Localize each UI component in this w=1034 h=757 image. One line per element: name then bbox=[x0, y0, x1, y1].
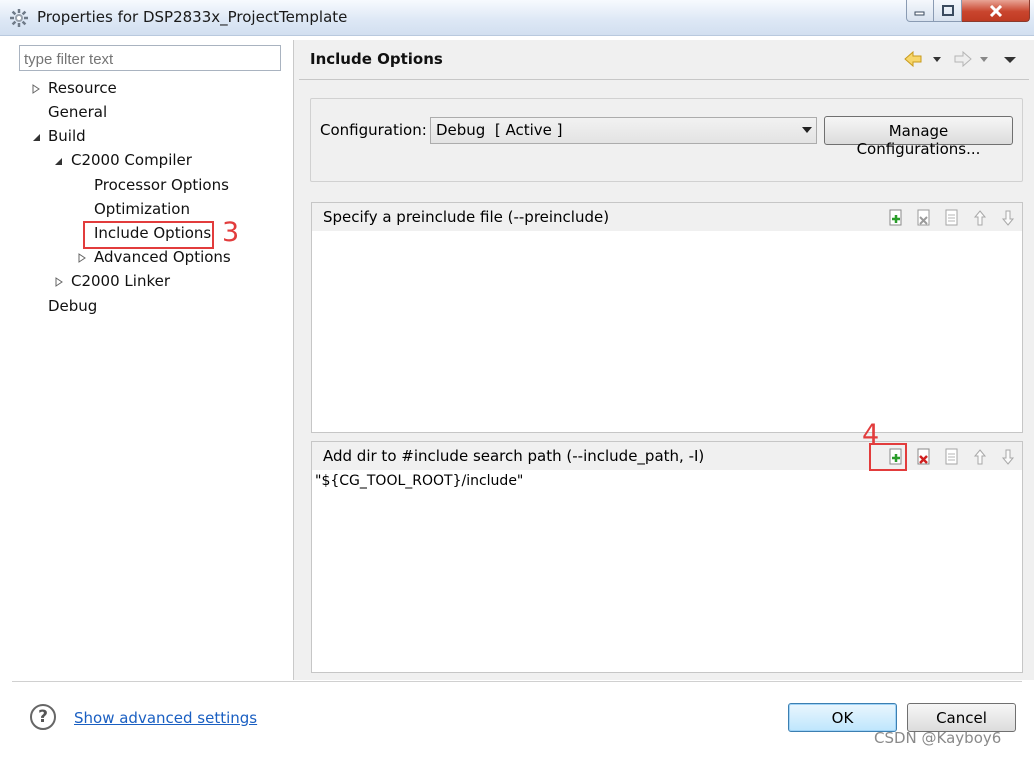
history-navigation bbox=[903, 49, 1023, 69]
back-dropdown-icon[interactable] bbox=[933, 57, 941, 62]
window-title: Properties for DSP2833x_ProjectTemplate bbox=[37, 8, 348, 26]
show-advanced-settings-link[interactable]: Show advanced settings bbox=[74, 709, 257, 727]
tree-item-advanced-options[interactable]: Advanced Options bbox=[94, 248, 231, 266]
preinclude-title: Specify a preinclude file (--preinclude) bbox=[323, 208, 610, 226]
minimize-icon[interactable] bbox=[906, 0, 934, 22]
chevron-down-icon bbox=[802, 127, 812, 133]
close-icon[interactable] bbox=[962, 0, 1030, 22]
preinclude-header: Specify a preinclude file (--preinclude) bbox=[312, 203, 1022, 231]
include-path-title: Add dir to #include search path (--inclu… bbox=[323, 447, 705, 465]
header-separator bbox=[299, 79, 1029, 80]
edit-icon[interactable] bbox=[938, 447, 966, 467]
tree-item-resource[interactable]: Resource bbox=[48, 79, 117, 97]
expand-triangle-icon[interactable] bbox=[76, 252, 88, 264]
annotation-box-3 bbox=[83, 221, 214, 249]
back-arrow-icon[interactable] bbox=[904, 50, 922, 68]
maximize-icon[interactable] bbox=[934, 0, 962, 22]
tree-item-c2000-compiler[interactable]: C2000 Compiler bbox=[71, 151, 192, 169]
preinclude-panel: Specify a preinclude file (--preinclude) bbox=[311, 202, 1023, 433]
configuration-select[interactable]: Debug [ Active ] bbox=[430, 117, 817, 144]
list-item[interactable]: "${CG_TOOL_ROOT}/include" bbox=[315, 473, 523, 489]
collapse-triangle-icon[interactable] bbox=[30, 131, 42, 143]
add-icon[interactable] bbox=[882, 208, 910, 228]
annotation-number-3: 3 bbox=[222, 217, 240, 248]
tree-item-optimization[interactable]: Optimization bbox=[94, 200, 190, 218]
annotation-number-4: 4 bbox=[862, 419, 880, 450]
footer-separator bbox=[12, 681, 1022, 682]
filter-input[interactable] bbox=[19, 45, 281, 71]
window-controls bbox=[906, 0, 1030, 22]
ok-button[interactable]: OK bbox=[788, 703, 897, 732]
tree-item-general[interactable]: General bbox=[48, 103, 107, 121]
forward-dropdown-icon[interactable] bbox=[980, 57, 988, 62]
move-up-icon[interactable] bbox=[966, 208, 994, 228]
include-path-panel: Add dir to #include search path (--inclu… bbox=[311, 441, 1023, 673]
expand-triangle-icon[interactable] bbox=[30, 83, 42, 95]
tree-item-debug[interactable]: Debug bbox=[48, 297, 97, 315]
manage-configurations-button[interactable]: Manage Configurations... bbox=[824, 116, 1013, 158]
move-down-icon[interactable] bbox=[994, 208, 1022, 228]
watermark-text: CSDN @Kayboy6 bbox=[874, 729, 1002, 747]
include-path-header: Add dir to #include search path (--inclu… bbox=[312, 442, 1022, 470]
delete-icon[interactable] bbox=[910, 208, 938, 228]
forward-arrow-icon[interactable] bbox=[954, 50, 972, 68]
cancel-button[interactable]: Cancel bbox=[907, 703, 1016, 732]
move-down-icon[interactable] bbox=[994, 447, 1022, 467]
view-menu-icon[interactable] bbox=[1004, 57, 1016, 63]
page-title: Include Options bbox=[310, 50, 443, 68]
preinclude-toolbar bbox=[882, 208, 1022, 228]
help-icon[interactable]: ? bbox=[30, 704, 56, 730]
tree-item-build[interactable]: Build bbox=[48, 127, 86, 145]
collapse-triangle-icon[interactable] bbox=[52, 155, 64, 167]
delete-icon[interactable] bbox=[910, 447, 938, 467]
expand-triangle-icon[interactable] bbox=[53, 276, 65, 288]
tree-item-c2000-linker[interactable]: C2000 Linker bbox=[71, 272, 170, 290]
tree-item-processor-options[interactable]: Processor Options bbox=[94, 176, 229, 194]
move-up-icon[interactable] bbox=[966, 447, 994, 467]
app-icon bbox=[9, 8, 29, 28]
configuration-label: Configuration: bbox=[320, 121, 427, 139]
configuration-value: Debug [ Active ] bbox=[436, 121, 563, 139]
edit-icon[interactable] bbox=[938, 208, 966, 228]
